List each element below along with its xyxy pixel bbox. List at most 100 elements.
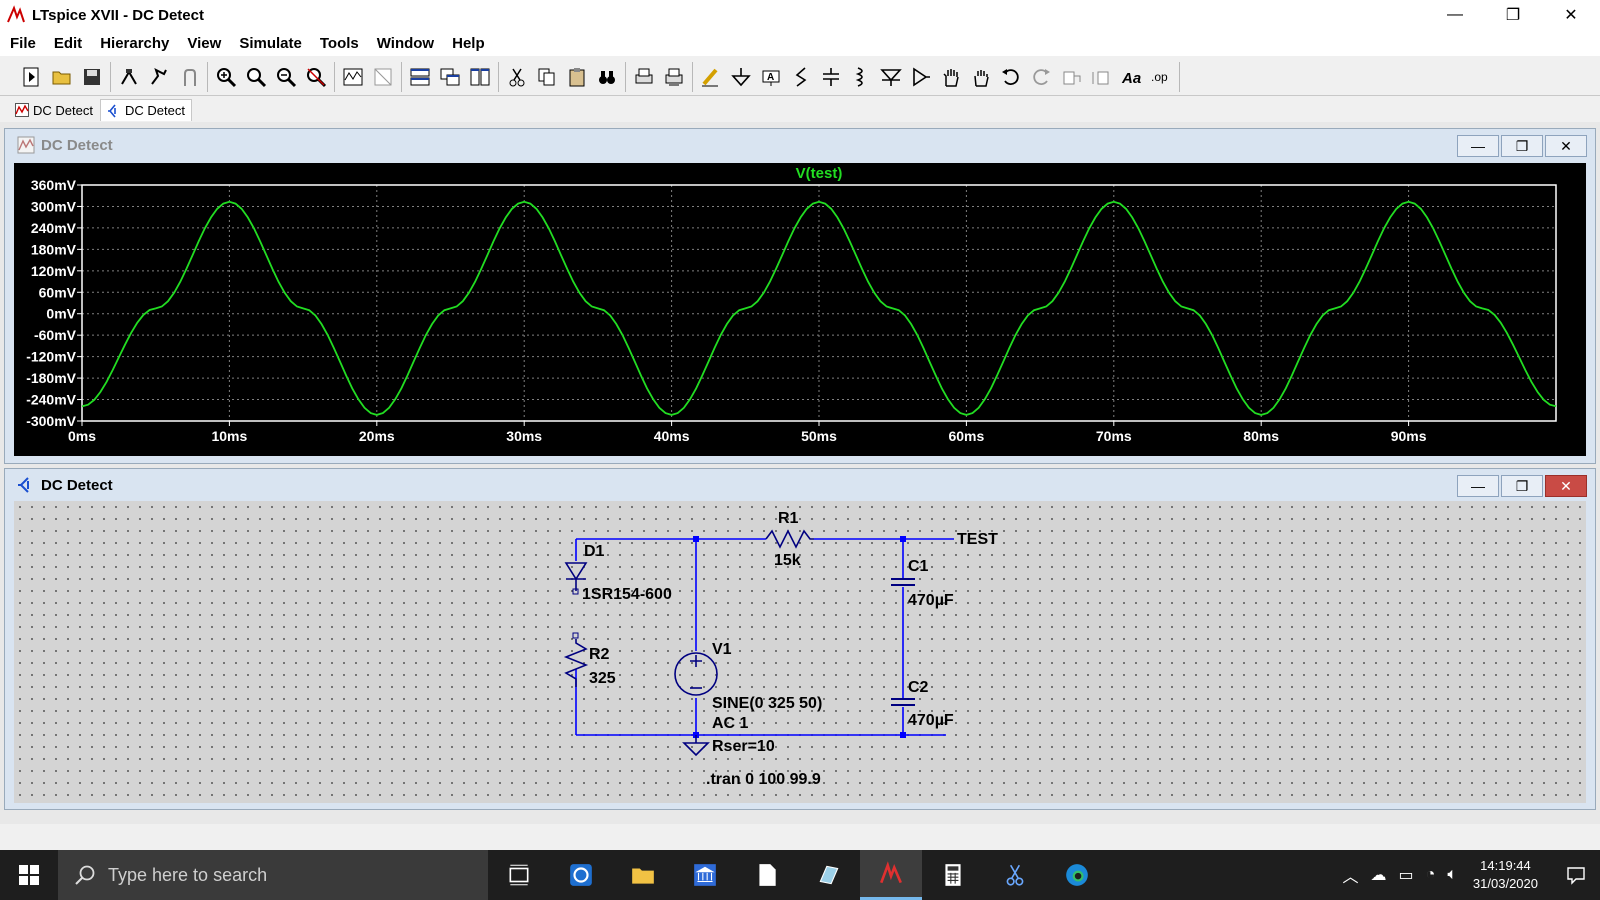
run-button[interactable] [144,63,174,91]
zoom-in-button[interactable] [211,63,241,91]
schematic-drawing[interactable]: D1 1SR154-600 R1 15k R2 325 C1 470µF C2 … [14,501,1586,803]
label-net-button[interactable]: A [756,63,786,91]
r1-value[interactable]: 15k [774,552,801,569]
copy-button[interactable] [532,63,562,91]
waveform-window-titlebar[interactable]: DC Detect [5,129,1595,161]
d1-value[interactable]: 1SR154-600 [582,586,672,603]
tab-waveform[interactable]: DC Detect [8,99,100,121]
tile-horizontal-button[interactable] [405,63,435,91]
component-button[interactable] [906,63,936,91]
voltage-source-v1[interactable] [674,652,718,696]
taskbar-app-file-explorer[interactable] [612,850,674,900]
taskbar-app-bank-app[interactable] [674,850,736,900]
start-button[interactable] [0,850,58,900]
r2-name[interactable]: R2 [589,646,610,663]
r2-value[interactable]: 325 [589,670,616,687]
menu-help[interactable]: Help [452,35,485,52]
minimize-button[interactable]: — [1426,0,1484,30]
taskbar-app-task-view[interactable] [488,850,550,900]
menu-edit[interactable]: Edit [54,35,82,52]
taskbar-app-sync-app[interactable] [550,850,612,900]
menu-hierarchy[interactable]: Hierarchy [100,35,169,52]
maximize-button[interactable]: ❐ [1484,0,1542,30]
notification-button[interactable] [1552,865,1600,885]
new-schematic-button[interactable] [17,63,47,91]
waveform-pane-button[interactable] [368,63,398,91]
resistor-r2[interactable] [563,632,589,687]
volume-icon[interactable]: 🔈︎ [1447,866,1457,884]
v1-rser[interactable]: Rser=10 [712,738,775,755]
waveform-minimize-button[interactable]: — [1457,135,1499,157]
drag-button[interactable] [966,63,996,91]
wifi-icon[interactable]: ◔ [1426,866,1436,884]
halt-button[interactable] [174,63,204,91]
waveform-restore-button[interactable]: ❐ [1501,135,1543,157]
waveform-close-button[interactable]: ✕ [1545,135,1587,157]
taskbar-app-notepad[interactable] [798,850,860,900]
c1-name[interactable]: C1 [908,558,929,575]
chevron-up-icon[interactable]: ︿ [1343,863,1359,887]
zoom-cancel-button[interactable] [301,63,331,91]
c2-value[interactable]: 470µF [908,712,954,729]
zoom-fit-button[interactable] [241,63,271,91]
capacitor-c1[interactable] [891,578,915,586]
waveform-plot[interactable]: 360mV 300mV 240mV 180mV 120mV 60mV 0mV -60mV -12… [14,163,1586,456]
menu-tools[interactable]: Tools [320,35,359,52]
tile-vertical-button[interactable] [465,63,495,91]
menu-simulate[interactable]: Simulate [239,35,302,52]
cut-button[interactable] [502,63,532,91]
d1-name[interactable]: D1 [584,543,605,560]
menu-view[interactable]: View [187,35,221,52]
c2-name[interactable]: C2 [908,679,929,696]
schematic-close-button[interactable]: ✕ [1545,475,1587,497]
ground-button[interactable] [726,63,756,91]
v1-ac[interactable]: AC 1 [712,715,749,732]
tab-schematic[interactable]: DC Detect [99,99,192,121]
open-button[interactable] [47,63,77,91]
close-button[interactable]: ✕ [1542,0,1600,30]
find-button[interactable] [592,63,622,91]
diode-button[interactable] [876,63,906,91]
taskbar-app-document[interactable] [736,850,798,900]
cloud-icon[interactable]: ☁ [1371,865,1387,885]
redo-button[interactable] [1026,63,1056,91]
control-panel-button[interactable] [114,63,144,91]
r1-name[interactable]: R1 [778,510,799,527]
battery-icon[interactable]: ▭ [1399,865,1414,885]
move-button[interactable] [936,63,966,91]
text-button[interactable]: Aa [1116,63,1146,91]
plot-pane[interactable]: 360mV 300mV 240mV 180mV 120mV 60mV 0mV -60mV -12… [14,163,1586,456]
net-label-test[interactable]: TEST [957,531,998,548]
resistor-r1[interactable] [765,529,814,549]
resistor-button[interactable] [786,63,816,91]
spice-directive-button[interactable]: .op [1146,63,1176,91]
mirror-button[interactable] [1086,63,1116,91]
undo-button[interactable] [996,63,1026,91]
schematic-canvas[interactable]: D1 1SR154-600 R1 15k R2 325 C1 470µF C2 … [14,501,1586,803]
taskbar-search[interactable]: Type here to search [58,850,488,900]
capacitor-button[interactable] [816,63,846,91]
draw-wire-button[interactable] [696,63,726,91]
taskbar-app-calculator[interactable] [922,850,984,900]
menu-file[interactable]: File [10,35,36,52]
autorange-button[interactable] [338,63,368,91]
menu-window[interactable]: Window [377,35,434,52]
cascade-button[interactable] [435,63,465,91]
rotate-button[interactable] [1056,63,1086,91]
v1-value[interactable]: SINE(0 325 50) [712,695,822,712]
taskbar-app-snipping-tool[interactable] [984,850,1046,900]
save-button[interactable] [77,63,107,91]
print-button[interactable] [629,63,659,91]
c1-value[interactable]: 470µF [908,592,954,609]
schematic-minimize-button[interactable]: — [1457,475,1499,497]
v1-name[interactable]: V1 [712,641,732,658]
clock[interactable]: 14:19:44 31/03/2020 [1473,857,1538,893]
schematic-restore-button[interactable]: ❐ [1501,475,1543,497]
print-preview-button[interactable] [659,63,689,91]
schematic-window-titlebar[interactable]: DC Detect [5,469,1595,501]
zoom-out-button[interactable] [271,63,301,91]
inductor-button[interactable] [846,63,876,91]
spice-directive[interactable]: .tran 0 100 99.9 [706,771,821,788]
capacitor-c2[interactable] [891,698,915,706]
taskbar-app-ltspice[interactable] [860,850,922,900]
